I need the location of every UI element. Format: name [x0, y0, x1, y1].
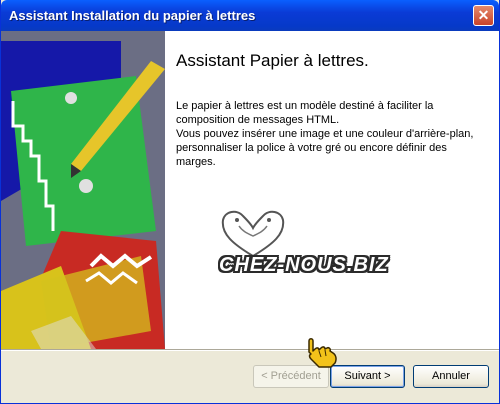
close-icon: ✕: [477, 7, 490, 23]
description-paragraph-1: Le papier à lettres est un modèle destin…: [176, 100, 434, 126]
pointing-hand-cursor-icon: [308, 338, 337, 368]
watermark: CHEZ-NOUS.BIZ: [201, 206, 401, 306]
description-paragraph-2: Vous pouvez insérer une image et une cou…: [176, 128, 474, 168]
watermark-text: CHEZ-NOUS.BIZ: [219, 254, 389, 276]
title-bar[interactable]: Assistant Installation du papier à lettr…: [1, 0, 499, 31]
footer-divider: [1, 349, 499, 351]
wizard-window: Assistant Installation du papier à lettr…: [0, 0, 500, 404]
close-button[interactable]: ✕: [473, 5, 494, 26]
page-title: Assistant Papier à lettres.: [176, 51, 369, 70]
next-button[interactable]: Suivant >: [330, 365, 405, 388]
window-title: Assistant Installation du papier à lettr…: [9, 8, 256, 23]
wizard-illustration: [1, 31, 165, 349]
description-text: Le papier à lettres est un modèle destin…: [176, 99, 476, 169]
wizard-content: Assistant Papier à lettres. Le papier à …: [1, 31, 499, 349]
doves-heart-icon: [221, 210, 285, 258]
cancel-button[interactable]: Annuler: [413, 365, 489, 388]
stationery-illustration: [1, 31, 165, 349]
